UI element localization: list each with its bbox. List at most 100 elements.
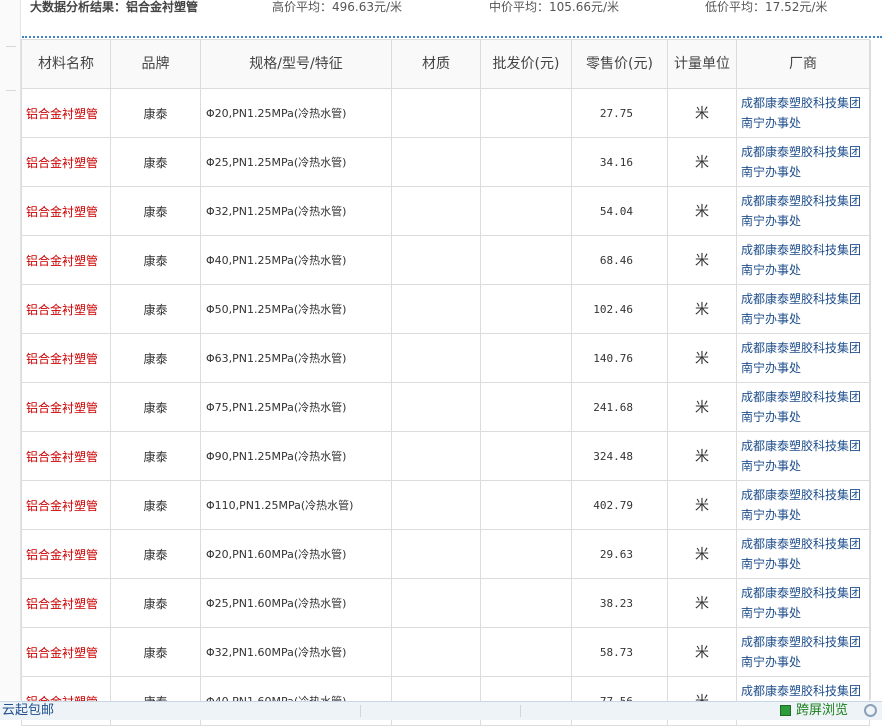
screen-share-icon[interactable] <box>780 705 791 716</box>
material-name-cell[interactable]: 铝合金衬塑管 <box>21 480 111 530</box>
status-divider <box>520 705 521 717</box>
header-unit[interactable]: 计量单位 <box>667 39 737 89</box>
unit-cell: 米 <box>667 431 737 481</box>
unit-cell: 米 <box>667 186 737 236</box>
material-cell <box>391 284 481 334</box>
right-panel-edge <box>870 40 882 700</box>
brand-cell: 康泰 <box>110 284 201 334</box>
spec-cell: Φ75,PN1.25MPa(冷热水管) <box>200 382 392 432</box>
spec-cell: Φ110,PN1.25MPa(冷热水管) <box>200 480 392 530</box>
header-material[interactable]: 材质 <box>391 39 481 89</box>
vendor-cell[interactable]: 成都康泰塑胶科技集团南宁办事处 <box>736 529 870 579</box>
wholesale-price-cell <box>480 284 572 334</box>
vendor-cell[interactable]: 成都康泰塑胶科技集团南宁办事处 <box>736 578 870 628</box>
material-cell <box>391 480 481 530</box>
retail-price-cell: 402.79 <box>571 480 668 530</box>
retail-price-cell: 29.63 <box>571 529 668 579</box>
vendor-cell[interactable]: 成都康泰塑胶科技集团南宁办事处 <box>736 480 870 530</box>
vendor-cell[interactable]: 成都康泰塑胶科技集团南宁办事处 <box>736 431 870 481</box>
spec-cell: Φ25,PN1.60MPa(冷热水管) <box>200 578 392 628</box>
header-brand[interactable]: 品牌 <box>110 39 201 89</box>
retail-price-cell: 38.23 <box>571 578 668 628</box>
vendor-cell[interactable]: 成都康泰塑胶科技集团南宁办事处 <box>736 284 870 334</box>
material-name-cell[interactable]: 铝合金衬塑管 <box>21 284 111 334</box>
unit-cell: 米 <box>667 382 737 432</box>
spec-cell: Φ25,PN1.25MPa(冷热水管) <box>200 137 392 187</box>
spec-cell: Φ32,PN1.25MPa(冷热水管) <box>200 186 392 236</box>
vendor-cell[interactable]: 成都康泰塑胶科技集团南宁办事处 <box>736 186 870 236</box>
high-price-average: 高价平均：496.63元/米 <box>272 0 403 14</box>
material-cell <box>391 333 481 383</box>
unit-cell: 米 <box>667 235 737 285</box>
browser-status-bar: 云起包邮 跨屏浏览 <box>0 701 882 720</box>
wholesale-price-cell <box>480 529 572 579</box>
material-name-cell[interactable]: 铝合金衬塑管 <box>21 186 111 236</box>
material-name-cell[interactable]: 铝合金衬塑管 <box>21 137 111 187</box>
vendor-cell[interactable]: 成都康泰塑胶科技集团南宁办事处 <box>736 333 870 383</box>
table-row: 铝合金衬塑管 康泰 Φ20,PN1.60MPa(冷热水管) 29.63 米成都康泰塑胶科… <box>21 529 870 579</box>
unit-cell: 米 <box>667 88 737 138</box>
material-name-cell[interactable]: 铝合金衬塑管 <box>21 88 111 138</box>
retail-price-cell: 102.46 <box>571 284 668 334</box>
material-cell <box>391 431 481 481</box>
material-name-cell[interactable]: 铝合金衬塑管 <box>21 627 111 677</box>
material-name-cell[interactable]: 铝合金衬塑管 <box>21 235 111 285</box>
table-row: 铝合金衬塑管 康泰 Φ63,PN1.25MPa(冷热水管) 140.76 米成都康泰塑胶… <box>21 333 870 383</box>
material-name-cell[interactable]: 铝合金衬塑管 <box>21 333 111 383</box>
unit-cell: 米 <box>667 578 737 628</box>
cross-screen-browse-button[interactable]: 跨屏浏览 <box>796 702 848 720</box>
material-name-cell[interactable]: 铝合金衬塑管 <box>21 578 111 628</box>
table-header-row: 材料名称 品牌 规格/型号/特征 材质 批发价(元) 零售价(元) 计量单位 厂… <box>21 39 870 89</box>
vendor-cell[interactable]: 成都康泰塑胶科技集团南宁办事处 <box>736 627 870 677</box>
material-cell <box>391 529 481 579</box>
wholesale-price-cell <box>480 333 572 383</box>
wholesale-price-cell <box>480 137 572 187</box>
header-spec[interactable]: 规格/型号/特征 <box>200 39 392 89</box>
spec-cell: Φ20,PN1.60MPa(冷热水管) <box>200 529 392 579</box>
wholesale-price-cell <box>480 186 572 236</box>
vendor-cell[interactable]: 成都康泰塑胶科技集团南宁办事处 <box>736 382 870 432</box>
brand-cell: 康泰 <box>110 627 201 677</box>
material-name-cell[interactable]: 铝合金衬塑管 <box>21 529 111 579</box>
material-cell <box>391 88 481 138</box>
retail-price-cell: 68.46 <box>571 235 668 285</box>
unit-cell: 米 <box>667 627 737 677</box>
spec-cell: Φ63,PN1.25MPa(冷热水管) <box>200 333 392 383</box>
header-material-name[interactable]: 材料名称 <box>21 39 111 89</box>
rail-tick <box>6 46 16 47</box>
material-cell <box>391 578 481 628</box>
header-wholesale-price[interactable]: 批发价(元) <box>480 39 572 89</box>
left-rail <box>0 0 21 700</box>
vendor-cell[interactable]: 成都康泰塑胶科技集团南宁办事处 <box>736 235 870 285</box>
material-cell <box>391 137 481 187</box>
table-row: 铝合金衬塑管 康泰 Φ90,PN1.25MPa(冷热水管) 324.48 米成都康泰塑胶… <box>21 431 870 481</box>
table-row: 铝合金衬塑管 康泰 Φ32,PN1.60MPa(冷热水管) 58.73 米成都康泰塑胶科… <box>21 627 870 677</box>
spec-cell: Φ50,PN1.25MPa(冷热水管) <box>200 284 392 334</box>
unit-cell: 米 <box>667 529 737 579</box>
material-name-cell[interactable]: 铝合金衬塑管 <box>21 382 111 432</box>
refresh-icon[interactable] <box>864 704 877 717</box>
material-name-cell[interactable]: 铝合金衬塑管 <box>21 431 111 481</box>
material-cell <box>391 235 481 285</box>
header-vendor[interactable]: 厂商 <box>736 39 870 89</box>
brand-cell: 康泰 <box>110 431 201 481</box>
price-table: 材料名称 品牌 规格/型号/特征 材质 批发价(元) 零售价(元) 计量单位 厂… <box>21 39 870 726</box>
unit-cell: 米 <box>667 284 737 334</box>
table-row: 铝合金衬塑管 康泰 Φ25,PN1.60MPa(冷热水管) 38.23 米成都康泰塑胶科… <box>21 578 870 628</box>
brand-cell: 康泰 <box>110 480 201 530</box>
wholesale-price-cell <box>480 578 572 628</box>
vendor-cell[interactable]: 成都康泰塑胶科技集团南宁办事处 <box>736 137 870 187</box>
table-row: 铝合金衬塑管 康泰 Φ50,PN1.25MPa(冷热水管) 102.46 米成都康泰塑胶… <box>21 284 870 334</box>
header-retail-price[interactable]: 零售价(元) <box>571 39 668 89</box>
wholesale-price-cell <box>480 382 572 432</box>
vendor-cell[interactable]: 成都康泰塑胶科技集团南宁办事处 <box>736 88 870 138</box>
rail-tick <box>6 90 16 91</box>
wholesale-price-cell <box>480 480 572 530</box>
unit-cell: 米 <box>667 480 737 530</box>
unit-cell: 米 <box>667 137 737 187</box>
wholesale-price-cell <box>480 235 572 285</box>
table-row: 铝合金衬塑管 康泰 Φ20,PN1.25MPa(冷热水管) 27.75 米成都康泰塑胶科… <box>21 88 870 138</box>
spec-cell: Φ40,PN1.25MPa(冷热水管) <box>200 235 392 285</box>
wholesale-price-cell <box>480 88 572 138</box>
status-promo-link[interactable]: 云起包邮 <box>2 702 54 720</box>
